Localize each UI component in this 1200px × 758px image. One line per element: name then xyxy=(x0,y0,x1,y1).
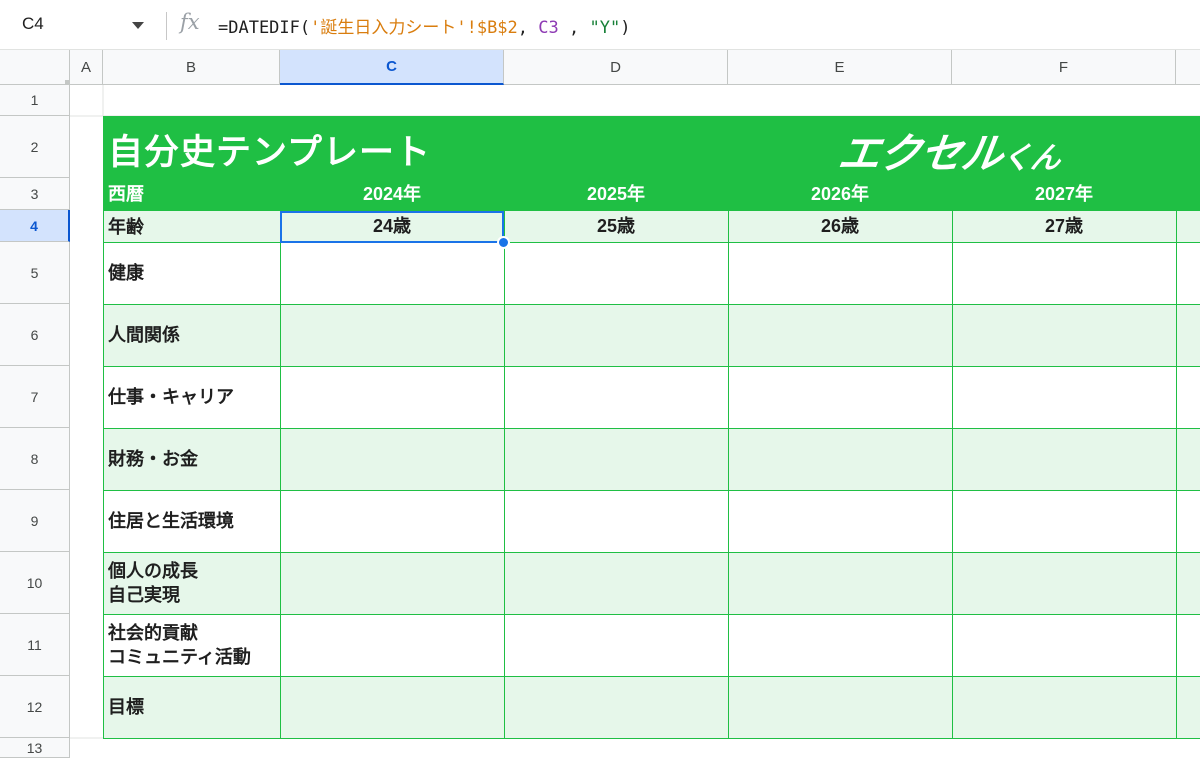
year-header: 2024年 xyxy=(362,184,422,204)
table-column-divider xyxy=(728,211,729,739)
formula-bar-divider xyxy=(166,12,167,40)
category-label: 目標 xyxy=(108,697,144,717)
row-header-11[interactable]: 11 xyxy=(0,614,70,676)
category-row: 目標 xyxy=(103,677,1200,739)
category-label: 個人の成長 自己実現 xyxy=(108,561,198,605)
category-label: 財務・お金 xyxy=(108,449,198,469)
category-label: 仕事・キャリア xyxy=(108,387,234,407)
row-header-1[interactable]: 1 xyxy=(0,85,70,116)
age-label: 年齢 xyxy=(108,217,144,237)
fill-handle[interactable] xyxy=(497,236,510,249)
column-header-f[interactable]: F xyxy=(952,50,1176,85)
year-label: 西暦 xyxy=(108,184,144,204)
year-header: 2027年 xyxy=(1034,184,1094,204)
category-row: 人間関係 xyxy=(103,305,1200,367)
category-row: 社会的貢献 コミュニティ活動 xyxy=(103,615,1200,677)
selected-cell-c4[interactable] xyxy=(280,211,504,243)
column-header-a[interactable]: A xyxy=(70,50,103,85)
formula-token: C3 xyxy=(538,18,559,38)
year-header: 2026年 xyxy=(810,184,870,204)
column-header-e[interactable]: E xyxy=(728,50,952,85)
row-header-5[interactable]: 5 xyxy=(0,242,70,304)
category-row: 仕事・キャリア xyxy=(103,367,1200,429)
column-header-b[interactable]: B xyxy=(103,50,280,85)
brand-logo: エクセルくん xyxy=(835,130,1063,177)
sheet-grid: ABCDEF 1 2 3 4 5 6 7 8 9 10 11 12 13 自分史テンプレート エクセルく… xyxy=(0,50,1200,758)
row-header-8[interactable]: 8 xyxy=(0,428,70,490)
column-header-partial[interactable] xyxy=(1176,50,1200,85)
table-column-divider xyxy=(280,211,281,739)
table-column-divider xyxy=(952,211,953,739)
fx-icon: fx xyxy=(180,10,200,34)
row-header-9[interactable]: 9 xyxy=(0,490,70,552)
chevron-down-icon[interactable] xyxy=(132,22,144,29)
category-label: 健康 xyxy=(108,263,144,283)
column-header-c[interactable]: C xyxy=(280,50,504,85)
category-label: 人間関係 xyxy=(108,325,180,345)
age-cell[interactable]: 27歳 xyxy=(952,211,1176,242)
row-header-13[interactable]: 13 xyxy=(0,738,70,758)
formula-token: ) xyxy=(620,18,631,38)
select-all-corner[interactable] xyxy=(0,50,70,85)
formula-input[interactable]: =DATEDIF('誕生日入力シート'!$B$2, C3 , "Y") xyxy=(218,13,630,38)
row-header-3[interactable]: 3 xyxy=(0,178,70,210)
year-header: 2025年 xyxy=(586,184,646,204)
row-header-4[interactable]: 4 xyxy=(0,210,70,242)
row-header-12[interactable]: 12 xyxy=(0,676,70,738)
age-row: 年齢 24歳 25歳 26歳 27歳 xyxy=(103,211,1200,243)
formula-token: =DATEDIF( xyxy=(218,18,311,38)
table-column-divider xyxy=(504,211,505,739)
formula-bar: C4 fx =DATEDIF('誕生日入力シート'!$B$2, C3 , "Y"… xyxy=(0,0,1200,50)
column-header-d[interactable]: D xyxy=(504,50,728,85)
name-box-value: C4 xyxy=(22,14,44,33)
template-title: 自分史テンプレート xyxy=(108,133,431,172)
category-row: 健康 xyxy=(103,243,1200,305)
formula-token: , xyxy=(558,18,590,38)
age-cell[interactable]: 26歳 xyxy=(728,211,952,242)
category-row: 個人の成長 自己実現 xyxy=(103,553,1200,615)
row-header-10[interactable]: 10 xyxy=(0,552,70,614)
formula-token: , xyxy=(517,18,539,38)
formula-token: "Y" xyxy=(589,18,621,38)
row-header-7[interactable]: 7 xyxy=(0,366,70,428)
table-column-divider xyxy=(1176,211,1177,739)
category-label: 社会的貢献 コミュニティ活動 xyxy=(108,623,251,667)
age-cell[interactable]: 25歳 xyxy=(504,211,728,242)
table-column-divider xyxy=(103,211,104,739)
row-header-2[interactable]: 2 xyxy=(0,116,70,178)
formula-token: '誕生日入力シート'!$B$2 xyxy=(310,18,518,38)
category-row: 住居と生活環境 xyxy=(103,491,1200,553)
category-row: 財務・お金 xyxy=(103,429,1200,491)
row-header-6[interactable]: 6 xyxy=(0,304,70,366)
title-band: 自分史テンプレート エクセルくん 西暦 2024年 2025年 2026年 2027年 xyxy=(103,116,1200,211)
name-box[interactable]: C4 xyxy=(0,0,165,50)
category-label: 住居と生活環境 xyxy=(108,511,234,531)
